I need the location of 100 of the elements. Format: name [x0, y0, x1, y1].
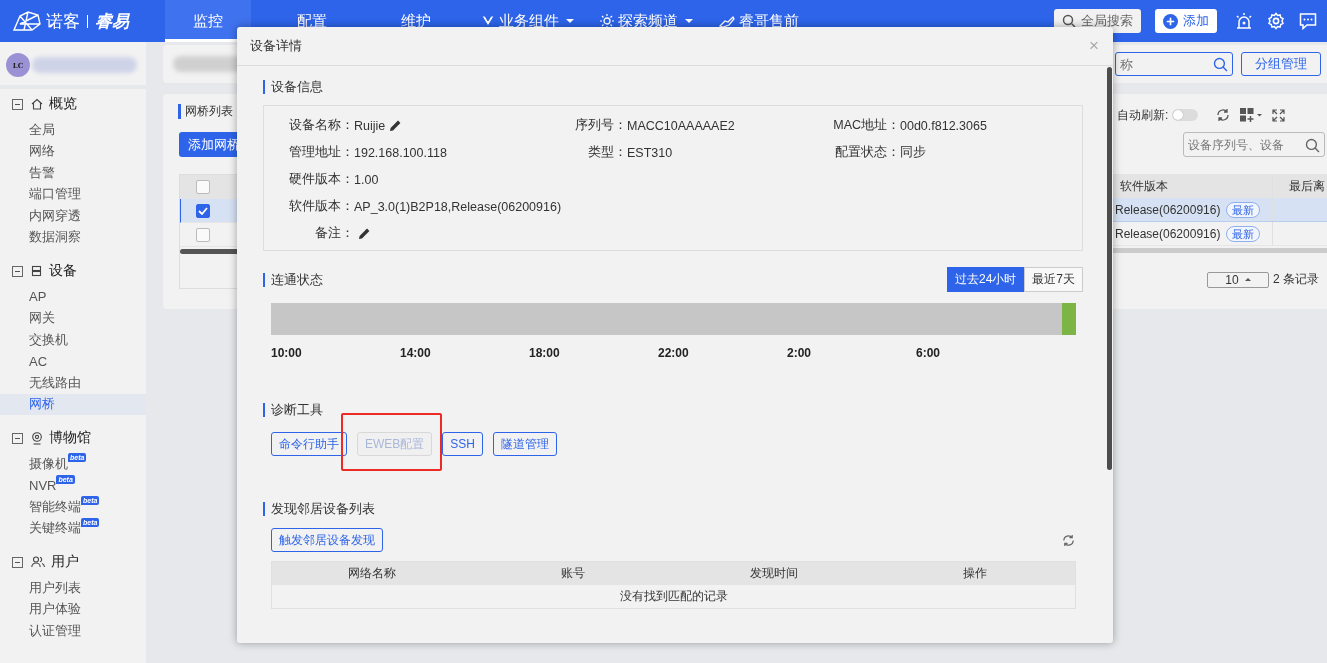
- fullscreen-icon[interactable]: [1272, 108, 1286, 122]
- field-value: MACC10AAAAAE2: [627, 118, 735, 133]
- search-icon: [1062, 14, 1076, 28]
- tool-button[interactable]: 隧道管理: [493, 432, 558, 456]
- field-value: AP_3.0(1)B2P18,Release(06200916): [354, 199, 562, 214]
- sidebar-item[interactable]: 摄像机$^{beta}$: [0, 453, 146, 475]
- sidebar-item[interactable]: 用户列表: [0, 577, 146, 599]
- section-title: 发现邻居设备列表: [263, 502, 1083, 516]
- sidebar-item[interactable]: NVR$^{beta}$: [0, 474, 146, 496]
- section-title: 连通状态: [263, 272, 323, 287]
- sun-icon: [600, 14, 614, 28]
- latest-tag: 最新: [1226, 225, 1261, 242]
- discover-button[interactable]: 触发邻居设备发现: [271, 528, 383, 552]
- sidebar-item[interactable]: 告警: [0, 162, 146, 184]
- field-label: 设备名称：: [288, 117, 354, 134]
- sidebar-item[interactable]: 关键终端$^{beta}$: [0, 517, 146, 539]
- time-label: 22:00: [658, 346, 690, 360]
- sidebar-item[interactable]: 用户体验: [0, 598, 146, 620]
- sidebar-group[interactable]: 用户: [0, 547, 146, 577]
- message-icon[interactable]: [1299, 12, 1317, 30]
- table-cell: Release(06200916): [1115, 202, 1221, 217]
- collapse-icon[interactable]: [12, 265, 23, 277]
- field-value: 同步: [900, 144, 926, 161]
- sidebar-group[interactable]: 概览: [0, 89, 146, 119]
- logo-icon: [12, 10, 42, 32]
- field-value: EST310: [627, 145, 673, 160]
- group-manage-button[interactable]: 分组管理: [1241, 52, 1321, 76]
- field-label: 序列号：: [574, 117, 627, 134]
- column-header: 发现时间: [748, 565, 799, 582]
- sidebar-item[interactable]: AC: [0, 350, 146, 372]
- collapse-icon[interactable]: [12, 432, 23, 444]
- sidebar-item[interactable]: 无线路由: [0, 372, 146, 394]
- checkbox[interactable]: [196, 180, 210, 194]
- sidebar-item[interactable]: 智能终端$^{beta}$: [0, 496, 146, 518]
- diamond-icon: [481, 15, 495, 27]
- checkbox[interactable]: [196, 203, 210, 218]
- logo-text: 诺客: [46, 10, 80, 33]
- field-label: 硬件版本：: [288, 171, 354, 188]
- grid-icon[interactable]: [1240, 108, 1263, 122]
- scrollbar[interactable]: [1107, 67, 1112, 470]
- empty-message: 没有找到匹配的记录: [619, 588, 728, 605]
- collapse-icon[interactable]: [12, 556, 23, 568]
- sidebar-item[interactable]: AP: [0, 286, 146, 308]
- time-label: 18:00: [529, 346, 561, 360]
- webcam-icon: [31, 431, 43, 445]
- range-tab[interactable]: 最近7天: [1024, 267, 1083, 292]
- alarm-icon[interactable]: [1235, 12, 1253, 30]
- add-button[interactable]: 添加: [1155, 9, 1217, 33]
- sidebar-group[interactable]: 设备: [0, 256, 146, 286]
- edit-icon[interactable]: [389, 119, 403, 132]
- tool-button[interactable]: SSH: [442, 432, 484, 456]
- page-size-select[interactable]: 10: [1207, 271, 1269, 288]
- field-label: 管理地址：: [288, 144, 354, 161]
- auto-refresh-label: 自动刷新:: [1117, 106, 1169, 124]
- sidebar-item[interactable]: 网络: [0, 140, 146, 162]
- column-header: 网络名称: [347, 565, 398, 582]
- sidebar-item[interactable]: 全局: [0, 119, 146, 141]
- search-icon[interactable]: [1305, 137, 1320, 153]
- nav-tab[interactable]: 监控: [165, 0, 251, 42]
- record-count: 2 条记录: [1273, 271, 1319, 288]
- column-header: 账号: [560, 565, 587, 582]
- sidebar-item[interactable]: 数据洞察: [0, 226, 146, 248]
- search-field[interactable]: 称: [1115, 52, 1233, 76]
- field-label: 配置状态：: [834, 144, 900, 161]
- refresh-icon[interactable]: [1062, 533, 1075, 547]
- field-value: 192.168.100.118: [354, 145, 447, 160]
- sidebar-item[interactable]: 交换机: [0, 329, 146, 351]
- sidebar-item[interactable]: 网关: [0, 307, 146, 329]
- settings-icon[interactable]: [1267, 12, 1285, 30]
- column-header[interactable]: 最后离: [1273, 177, 1327, 195]
- field-label: MAC地址：: [832, 117, 900, 134]
- sidebar-item[interactable]: 网桥: [0, 393, 146, 415]
- toggle-switch[interactable]: [1172, 109, 1199, 121]
- search-icon[interactable]: [1213, 57, 1228, 72]
- dialog-title: 设备详情: [250, 37, 302, 55]
- table-row[interactable]: Release(06200916) 最新: [1113, 198, 1327, 222]
- field-value: 1.00: [354, 172, 379, 187]
- field-label: 软件版本：: [288, 198, 354, 215]
- field-value: 00d0.f812.3065: [900, 118, 987, 133]
- refresh-icon[interactable]: [1216, 108, 1231, 122]
- edit-icon[interactable]: [358, 227, 371, 240]
- field-value: Ruijie: [354, 118, 386, 133]
- sidebar-item[interactable]: 端口管理: [0, 183, 146, 205]
- search-field[interactable]: 设备序列号、设备: [1183, 132, 1325, 157]
- collapse-icon[interactable]: [12, 98, 23, 110]
- range-tab[interactable]: 过去24小时: [946, 267, 1025, 292]
- field-label: 备注：: [314, 225, 354, 242]
- section-title: 设备信息: [263, 80, 1083, 94]
- sidebar-group[interactable]: 博物馆: [0, 423, 146, 453]
- tool-button[interactable]: 命令行助手: [271, 432, 347, 456]
- table-row[interactable]: Release(06200916) 最新: [1113, 222, 1327, 246]
- time-label: 2:00: [787, 346, 813, 360]
- time-label: 6:00: [916, 346, 942, 360]
- home-icon: [31, 98, 43, 110]
- field-label: 类型：: [587, 144, 627, 161]
- table-cell: Release(06200916): [1115, 226, 1221, 241]
- checkbox[interactable]: [196, 227, 210, 242]
- logo-subtitle: 睿易: [95, 10, 129, 33]
- sidebar-item[interactable]: 内网穿透: [0, 205, 146, 227]
- sidebar-item[interactable]: 认证管理: [0, 620, 146, 642]
